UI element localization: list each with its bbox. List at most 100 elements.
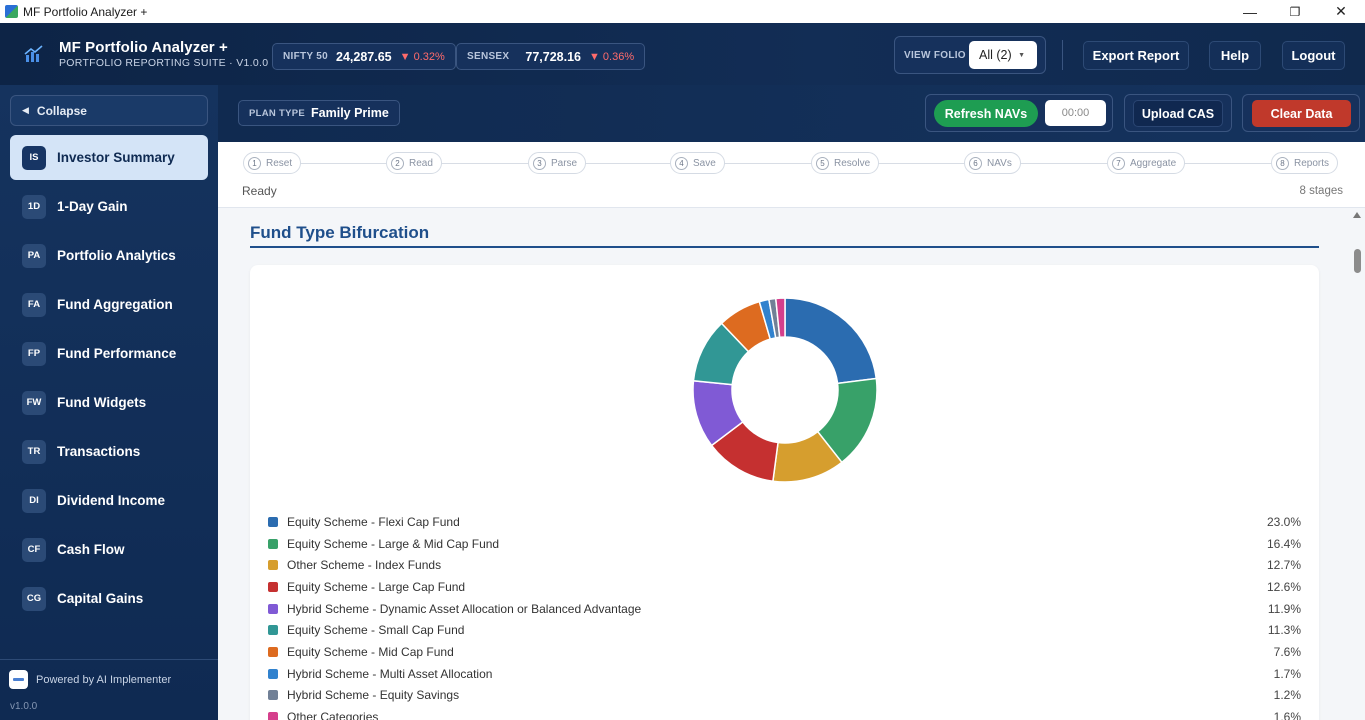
donut-slice[interactable] — [784, 297, 878, 385]
legend-item[interactable]: Equity Scheme - Large & Mid Cap Fund 16.4… — [268, 533, 1301, 555]
sidebar-item-label: Portfolio Analytics — [57, 248, 176, 263]
stage-resolve: 5 Resolve — [811, 152, 880, 174]
ticker-value: 77,728.16 — [525, 49, 581, 64]
logout-button[interactable]: Logout — [1282, 41, 1345, 70]
sidebar-item-dividend-income[interactable]: DI Dividend Income — [10, 478, 208, 523]
legend-item[interactable]: Hybrid Scheme - Multi Asset Allocation 1.… — [268, 663, 1301, 685]
chart-legend: Equity Scheme - Flexi Cap Fund 23.0% Equit… — [268, 511, 1301, 720]
pipeline-stages: 1 Reset 2 Read 3 Parse 4 Save 5 Resolve 6 NAVs… — [218, 142, 1365, 208]
help-button[interactable]: Help — [1209, 41, 1261, 70]
minimize-icon[interactable]: — — [1227, 0, 1273, 23]
stage-label: Parse — [551, 157, 578, 169]
legend-swatch — [268, 516, 278, 527]
legend-swatch — [268, 712, 278, 720]
nav-badge: DI — [22, 488, 46, 513]
legend-percent: 12.7% — [1266, 558, 1301, 573]
clear-group: Clear Data — [1242, 94, 1360, 132]
sidebar-item-investor-summary[interactable]: IS Investor Summary — [10, 135, 208, 180]
plan-type-label: PLAN TYPE — [249, 107, 306, 119]
sidebar-item-fund-performance[interactable]: FP Fund Performance — [10, 331, 208, 376]
stage-number: 6 — [969, 156, 982, 170]
stage-label: Aggregate — [1130, 157, 1177, 169]
view-folio-select[interactable]: All (2) ▼ — [969, 41, 1037, 69]
sidebar-item-transactions[interactable]: TR Transactions — [10, 429, 208, 474]
legend-label: Hybrid Scheme - Dynamic Asset Allocation… — [287, 601, 642, 616]
view-folio-label: VIEW FOLIO — [904, 49, 966, 61]
collapse-button[interactable]: ◀ Collapse — [10, 95, 208, 126]
nav-badge: IS — [22, 145, 46, 170]
plan-type-value: Family Prime — [311, 106, 389, 120]
stage-label: Reset — [266, 157, 293, 169]
legend-item[interactable]: Hybrid Scheme - Dynamic Asset Allocation… — [268, 598, 1301, 620]
sidebar-item-capital-gains[interactable]: CG Capital Gains — [10, 576, 208, 621]
ticker-nifty: NIFTY 50 24,287.65 ▼ 0.32% — [272, 43, 456, 70]
stage-save: 4 Save — [670, 152, 725, 174]
stage-number: 7 — [1112, 156, 1125, 170]
maximize-icon[interactable]: ❐ — [1272, 0, 1318, 23]
ticker-change: ▼ 0.32% — [399, 50, 445, 63]
stage-number: 5 — [816, 156, 829, 170]
app-header: MF Portfolio Analyzer + PORTFOLIO REPORT… — [0, 23, 1365, 85]
sidebar-item-label: Dividend Income — [57, 493, 166, 508]
nav-badge: FA — [22, 292, 46, 317]
clear-data-button[interactable]: Clear Data — [1252, 100, 1351, 127]
sidebar-item-label: Fund Performance — [57, 346, 177, 361]
nav-badge: 1D — [22, 194, 46, 219]
stage-label: Save — [693, 157, 716, 169]
nav-badge: FW — [22, 390, 46, 415]
sidebar-item-1-day-gain[interactable]: 1D 1-Day Gain — [10, 184, 208, 229]
stage-parse: 3 Parse — [528, 152, 587, 174]
legend-label: Hybrid Scheme - Multi Asset Allocation — [287, 666, 493, 681]
ticker-value: 24,287.65 — [336, 49, 392, 64]
content-scrollbar[interactable] — [1349, 208, 1365, 720]
legend-item[interactable]: Hybrid Scheme - Equity Savings 1.2% — [268, 685, 1301, 707]
legend-label: Other Scheme - Index Funds — [287, 558, 442, 573]
sidebar-item-cash-flow[interactable]: CF Cash Flow — [10, 527, 208, 572]
legend-label: Equity Scheme - Large Cap Fund — [287, 579, 466, 594]
brand-title: MF Portfolio Analyzer + — [59, 39, 228, 56]
legend-item[interactable]: Equity Scheme - Small Cap Fund 11.3% — [268, 619, 1301, 641]
plan-type: PLAN TYPE Family Prime — [238, 100, 400, 126]
sidebar-item-label: Capital Gains — [57, 591, 144, 606]
legend-item[interactable]: Other Categories 1.6% — [268, 706, 1301, 720]
nav-badge: PA — [22, 243, 46, 268]
legend-percent: 1.7% — [1273, 666, 1301, 681]
sidebar-item-fund-aggregation[interactable]: FA Fund Aggregation — [10, 282, 208, 327]
nav-badge: CG — [22, 586, 46, 611]
legend-percent: 11.3% — [1267, 623, 1301, 638]
ticker-sensex: SENSEX 77,728.16 ▼ 0.36% — [456, 43, 646, 70]
upload-cas-button[interactable]: Upload CAS — [1133, 100, 1223, 127]
chart-logo-icon — [24, 45, 43, 62]
sidebar-item-portfolio-analytics[interactable]: PA Portfolio Analytics — [10, 233, 208, 278]
legend-percent: 1.6% — [1273, 710, 1301, 720]
sidebar-item-label: Cash Flow — [57, 542, 125, 557]
sidebar-item-fund-widgets[interactable]: FW Fund Widgets — [10, 380, 208, 425]
stage-aggregate: 7 Aggregate — [1107, 152, 1186, 174]
refresh-navs-button[interactable]: Refresh NAVs — [934, 100, 1038, 127]
legend-percent: 16.4% — [1266, 536, 1301, 551]
window-title: MF Portfolio Analyzer + — [23, 4, 148, 19]
ticker-label: NIFTY 50 — [283, 51, 329, 62]
legend-item[interactable]: Equity Scheme - Large Cap Fund 12.6% — [268, 576, 1301, 598]
nav-badge: CF — [22, 537, 46, 562]
legend-item[interactable]: Equity Scheme - Flexi Cap Fund 23.0% — [268, 511, 1301, 533]
stage-label: NAVs — [987, 157, 1012, 169]
upload-group: Upload CAS — [1124, 94, 1232, 132]
legend-item[interactable]: Other Scheme - Index Funds 12.7% — [268, 554, 1301, 576]
legend-label: Hybrid Scheme - Equity Savings — [287, 688, 460, 703]
legend-percent: 11.9% — [1267, 601, 1301, 616]
sidebar-footer: Powered by AI Implementer v1.0.0 — [0, 659, 218, 720]
stage-number: 8 — [1276, 156, 1289, 170]
legend-swatch — [268, 690, 278, 701]
main-content: Fund Type Bifurcation Equity Scheme - Fl… — [218, 208, 1365, 720]
export-report-button[interactable]: Export Report — [1083, 41, 1189, 70]
sidebar: ◀ Collapse IS Investor Summary 1D 1-Day … — [0, 85, 218, 720]
donut-chart — [692, 297, 878, 483]
legend-item[interactable]: Equity Scheme - Mid Cap Fund 7.6% — [268, 641, 1301, 663]
refresh-group: Refresh NAVs 00:00 — [925, 94, 1113, 132]
sidebar-item-label: 1-Day Gain — [57, 199, 128, 214]
legend-swatch — [268, 625, 278, 636]
scroll-thumb[interactable] — [1354, 249, 1361, 273]
close-icon[interactable]: ✕ — [1318, 0, 1364, 23]
scroll-up-icon[interactable] — [1353, 212, 1361, 218]
